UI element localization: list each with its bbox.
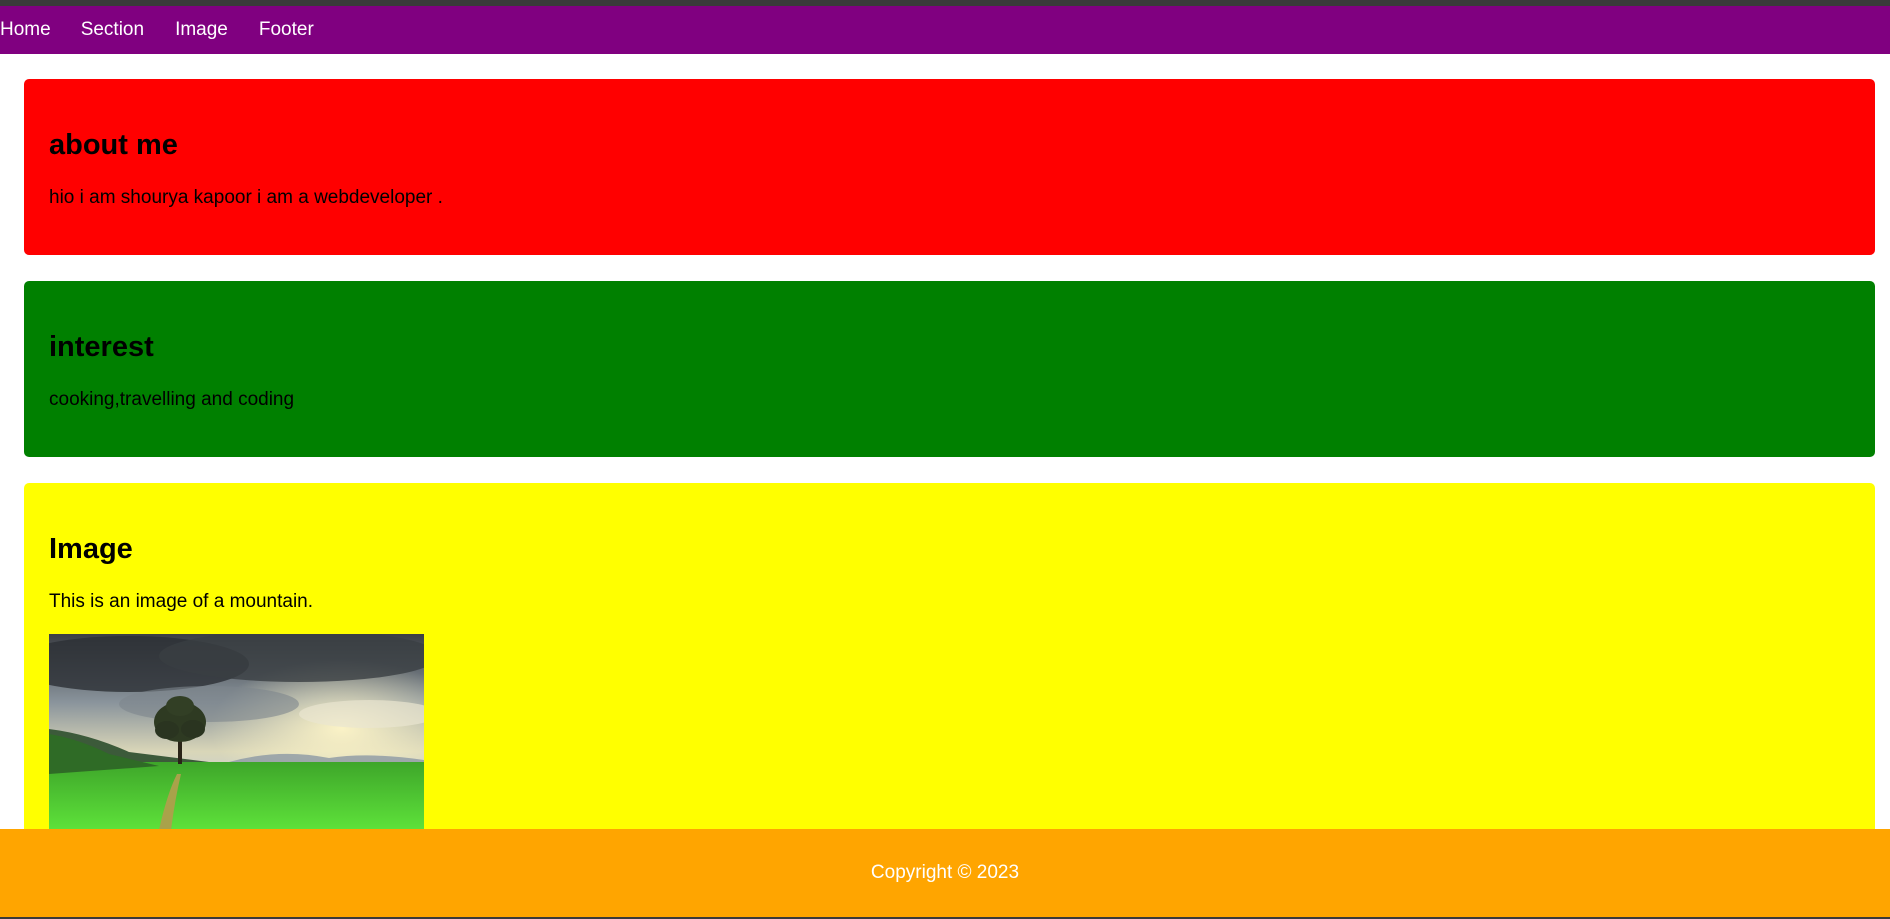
image-caption: This is an image of a mountain. <box>49 591 314 612</box>
interest-section: interest cooking,travelling and coding <box>24 281 1875 457</box>
copyright-text: Copyright © 2023 <box>870 862 1020 883</box>
page-footer: Copyright © 2023 <box>0 829 1890 917</box>
image-section: Image This is an image of a mountain. <box>24 483 1875 843</box>
interest-text: cooking,travelling and coding <box>49 389 295 410</box>
image-heading: Image <box>49 533 133 565</box>
about-me-heading: about me <box>49 129 178 161</box>
about-me-text: hio i am shourya kapoor i am a webdevelo… <box>49 187 443 208</box>
landscape-illustration <box>49 634 424 830</box>
mountain-photo <box>49 634 424 830</box>
nav-link-image[interactable]: Image <box>175 6 228 54</box>
interest-heading: interest <box>49 331 154 363</box>
nav-link-home[interactable]: Home <box>0 6 51 54</box>
top-navbar: Home Section Image Footer <box>0 6 1890 54</box>
about-me-section: about me hio i am shourya kapoor i am a … <box>24 79 1875 255</box>
nav-link-section[interactable]: Section <box>81 6 144 54</box>
nav-link-footer[interactable]: Footer <box>259 6 314 54</box>
